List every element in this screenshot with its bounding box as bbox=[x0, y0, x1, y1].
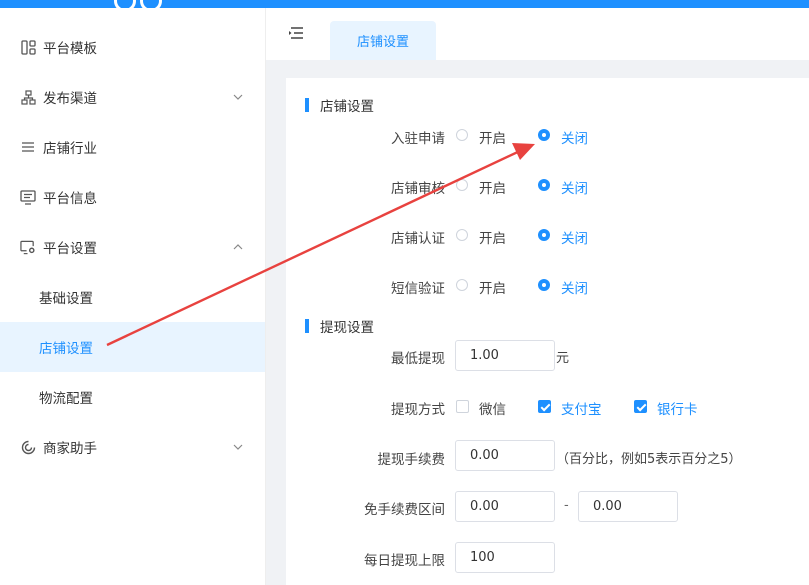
settle-apply-label: 入驻申请 bbox=[391, 131, 445, 147]
withdraw-settings-section-title: 提现设置 bbox=[305, 318, 374, 336]
sidebar-item-platform-settings[interactable]: 平台设置 bbox=[0, 222, 265, 272]
radio-label: 关闭 bbox=[561, 231, 588, 247]
sidebar-item-label: 店铺行业 bbox=[43, 141, 97, 157]
tab-label: 店铺设置 bbox=[356, 35, 409, 50]
settings-monitor-icon bbox=[20, 239, 36, 255]
sidebar-subitem-store-settings[interactable]: 店铺设置 bbox=[0, 322, 265, 372]
store-review-label: 店铺审核 bbox=[391, 181, 445, 197]
sms-verify-off-radio[interactable] bbox=[538, 279, 550, 291]
section-accent-bar bbox=[305, 98, 309, 112]
radio-label: 开启 bbox=[479, 181, 506, 197]
store-certify-on-radio[interactable] bbox=[456, 229, 468, 241]
daily-limit-input[interactable]: 100 bbox=[455, 542, 555, 573]
store-certify-off-radio[interactable] bbox=[538, 229, 550, 241]
daily-limit-label: 每日提现上限 bbox=[364, 553, 445, 569]
radio-label: 关闭 bbox=[561, 181, 588, 197]
tab-store-settings[interactable]: 店铺设置 bbox=[330, 21, 436, 60]
sidebar-item-merchant-helper[interactable]: 商家助手 bbox=[0, 422, 265, 472]
radio-label: 开启 bbox=[479, 131, 506, 147]
withdraw-fee-input[interactable]: 0.00 bbox=[455, 440, 555, 471]
wechat-checkbox[interactable] bbox=[456, 400, 469, 413]
fee-free-to-input[interactable]: 0.00 bbox=[578, 491, 678, 522]
settle-apply-off-radio[interactable] bbox=[538, 129, 550, 141]
sidebar-item-label: 基础设置 bbox=[39, 291, 93, 307]
fee-free-range-label: 免手续费区间 bbox=[364, 502, 445, 518]
template-grid-icon bbox=[20, 39, 36, 55]
section-accent-bar bbox=[305, 319, 309, 333]
menu-toggle-icon[interactable] bbox=[288, 26, 304, 40]
radio-label: 开启 bbox=[479, 281, 506, 297]
min-withdraw-label: 最低提现 bbox=[391, 351, 445, 367]
sidebar-item-platform-info[interactable]: 平台信息 bbox=[0, 172, 265, 222]
chevron-up-icon bbox=[232, 241, 244, 253]
sidebar-item-label: 物流配置 bbox=[39, 391, 93, 407]
min-withdraw-unit: 元 bbox=[556, 351, 570, 366]
info-monitor-icon bbox=[20, 189, 36, 205]
sidebar-item-label: 平台设置 bbox=[43, 241, 97, 257]
sidebar-item-label: 平台模板 bbox=[43, 41, 97, 57]
radio-label: 关闭 bbox=[561, 131, 588, 147]
channel-tree-icon bbox=[20, 89, 36, 105]
sidebar-item-label: 商家助手 bbox=[43, 441, 97, 457]
chevron-down-icon bbox=[232, 441, 244, 453]
checkbox-label: 支付宝 bbox=[561, 402, 602, 418]
sidebar-subitem-basic-settings[interactable]: 基础设置 bbox=[0, 272, 265, 322]
withdraw-fee-hint: （百分比，例如5表示百分之5） bbox=[556, 452, 742, 467]
bank-card-checkbox[interactable] bbox=[634, 400, 647, 413]
radio-label: 关闭 bbox=[561, 281, 588, 297]
sidebar-item-label: 发布渠道 bbox=[43, 91, 97, 107]
chevron-down-icon bbox=[232, 91, 244, 103]
store-review-on-radio[interactable] bbox=[456, 179, 468, 191]
sms-verify-label: 短信验证 bbox=[391, 281, 445, 297]
sidebar-item-label: 店铺设置 bbox=[39, 341, 93, 357]
sidebar-item-store-industry[interactable]: 店铺行业 bbox=[0, 122, 265, 172]
list-icon bbox=[20, 139, 36, 155]
sidebar-item-label: 平台信息 bbox=[43, 191, 97, 207]
settle-apply-on-radio[interactable] bbox=[456, 129, 468, 141]
sms-verify-on-radio[interactable] bbox=[456, 279, 468, 291]
fee-free-from-input[interactable]: 0.00 bbox=[455, 491, 555, 522]
checkbox-label: 微信 bbox=[479, 402, 506, 418]
withdraw-method-label: 提现方式 bbox=[391, 402, 445, 418]
sidebar-item-platform-template[interactable]: 平台模板 bbox=[0, 22, 265, 72]
withdraw-fee-label: 提现手续费 bbox=[377, 452, 446, 468]
radio-label: 开启 bbox=[479, 231, 506, 247]
store-certify-label: 店铺认证 bbox=[391, 231, 445, 247]
helper-icon bbox=[20, 439, 36, 455]
store-settings-section-title: 店铺设置 bbox=[305, 97, 374, 115]
sidebar-subitem-logistics-config[interactable]: 物流配置 bbox=[0, 372, 265, 422]
min-withdraw-input[interactable]: 1.00 bbox=[455, 340, 555, 371]
store-review-off-radio[interactable] bbox=[538, 179, 550, 191]
range-separator: - bbox=[564, 498, 569, 513]
sidebar-item-publish-channel[interactable]: 发布渠道 bbox=[0, 72, 265, 122]
alipay-checkbox[interactable] bbox=[538, 400, 551, 413]
checkbox-label: 银行卡 bbox=[657, 402, 698, 418]
